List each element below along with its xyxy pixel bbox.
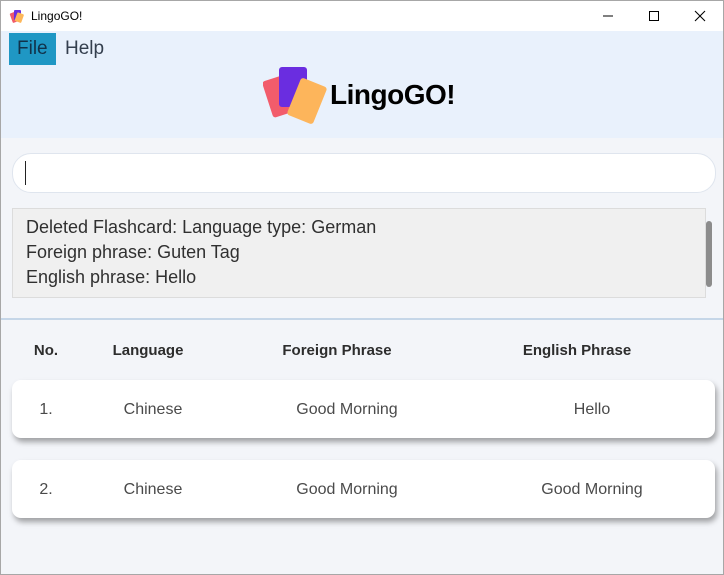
section-divider bbox=[1, 318, 723, 320]
menu-help[interactable]: Help bbox=[57, 33, 112, 65]
close-icon bbox=[694, 10, 706, 22]
logo-cards-icon bbox=[263, 67, 327, 124]
command-box[interactable] bbox=[12, 153, 716, 193]
row-language: Chinese bbox=[123, 401, 183, 418]
row-language: Chinese bbox=[123, 481, 183, 498]
row-foreign-phrase: Good Morning bbox=[296, 401, 398, 418]
flashcard-row[interactable]: 1. Chinese Good Morning Hello bbox=[12, 380, 715, 438]
logo-text: LingoGO! bbox=[330, 79, 456, 110]
row-number: 2. bbox=[39, 481, 53, 498]
flashcard-row[interactable]: 2. Chinese Good Morning Good Morning bbox=[12, 460, 715, 518]
row-english-phrase: Good Morning bbox=[541, 481, 643, 498]
command-input[interactable] bbox=[25, 159, 695, 185]
app-window: LingoGO! File Help LingoGO! Deleted Flas… bbox=[0, 0, 724, 575]
app-logo: LingoGO! bbox=[263, 65, 473, 129]
window-title: LingoGO! bbox=[31, 9, 83, 23]
close-button[interactable] bbox=[677, 1, 723, 31]
result-line-2: Foreign phrase: Guten Tag bbox=[26, 242, 240, 262]
text-cursor bbox=[25, 161, 26, 185]
result-line-1: Deleted Flashcard: Language type: German bbox=[26, 217, 377, 237]
row-english-phrase: Hello bbox=[573, 401, 611, 418]
minimize-icon bbox=[603, 15, 613, 17]
app-header: File Help LingoGO! bbox=[1, 31, 723, 138]
maximize-button[interactable] bbox=[631, 1, 677, 31]
column-header-language: Language bbox=[112, 342, 184, 359]
app-icon bbox=[9, 10, 24, 23]
title-bar: LingoGO! bbox=[1, 1, 723, 31]
minimize-button[interactable] bbox=[585, 1, 631, 31]
maximize-icon bbox=[649, 11, 659, 21]
row-foreign-phrase: Good Morning bbox=[296, 481, 398, 498]
row-number: 1. bbox=[39, 401, 53, 418]
column-header-english-phrase: English Phrase bbox=[522, 342, 632, 359]
column-header-no: No. bbox=[33, 342, 59, 359]
result-scrollbar[interactable] bbox=[706, 221, 712, 287]
menu-file[interactable]: File bbox=[9, 33, 56, 65]
result-line-3: English phrase: Hello bbox=[26, 267, 197, 287]
column-header-foreign-phrase: Foreign Phrase bbox=[282, 342, 392, 359]
result-display: Deleted Flashcard: Language type: German… bbox=[12, 208, 706, 298]
